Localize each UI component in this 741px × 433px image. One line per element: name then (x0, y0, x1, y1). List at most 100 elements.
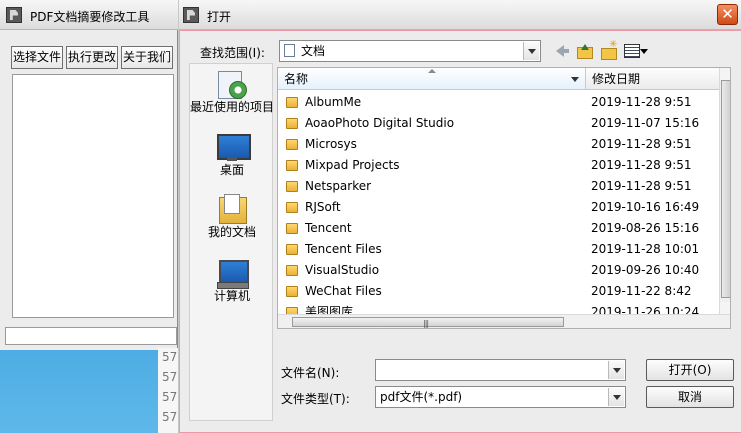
console-line: 57 (162, 410, 178, 424)
file-date: 2019-11-07 15:16 (591, 116, 700, 130)
file-name: Microsys (305, 137, 357, 151)
file-name: AlbumMe (305, 95, 362, 109)
document-folder-icon (284, 44, 295, 57)
vertical-scroll-thumb[interactable] (721, 80, 730, 298)
pdf-status-input[interactable] (5, 327, 177, 345)
file-date: 2019-11-28 9:51 (591, 137, 692, 151)
dialog-app-icon (183, 7, 199, 23)
column-header-date[interactable]: 修改日期 (586, 68, 722, 90)
folder-icon (286, 286, 298, 297)
column-header-name-label: 名称 (284, 72, 309, 86)
file-row[interactable]: Netsparker 2019-11-28 9:51 (278, 176, 718, 197)
chevron-down-icon[interactable] (571, 77, 579, 82)
scroll-up-button[interactable] (720, 68, 730, 80)
file-row[interactable]: Microsys 2019-11-28 9:51 (278, 134, 718, 155)
open-button[interactable]: 打开(O) (646, 359, 734, 381)
file-name-label: 文件名(N): (281, 366, 340, 380)
file-date: 2019-09-26 10:40 (591, 263, 700, 277)
places-bar: 最近使用的项目 桌面 我的文档 计算机 (189, 63, 274, 421)
file-name: Tencent (305, 221, 352, 235)
execute-change-button[interactable]: 执行更改 (66, 46, 118, 69)
desktop-icon (215, 132, 251, 162)
close-icon[interactable]: ✕ (717, 4, 738, 25)
file-name: Mixpad Projects (305, 158, 400, 172)
file-list-vertical-scrollbar[interactable] (719, 68, 730, 314)
look-in-combo[interactable]: 文档 (279, 40, 541, 62)
file-row[interactable]: WeChat Files 2019-11-22 8:42 (278, 281, 718, 302)
place-label: 桌面 (219, 163, 244, 177)
column-header-name[interactable]: 名称 (278, 68, 586, 90)
folder-icon (286, 223, 298, 234)
chevron-down-icon[interactable] (608, 361, 624, 379)
select-file-button[interactable]: 选择文件 (11, 46, 63, 69)
look-in-label: 查找范围(I): (200, 46, 265, 60)
grip-icon: ||| (423, 319, 429, 328)
file-name: RJSoft (305, 200, 341, 214)
folder-icon (286, 139, 298, 150)
file-name: Netsparker (305, 179, 372, 193)
pdf-tool-title-bar[interactable]: PDF文档摘要修改工具 (0, 0, 178, 30)
folder-icon (286, 97, 298, 108)
open-file-dialog: 打开 ✕ 查找范围(I): 文档 最近使用的项目 桌面 我的文档 计算机 名称 (178, 0, 741, 433)
file-name: Tencent Files (305, 242, 382, 256)
pdf-tool-window: PDF文档摘要修改工具 选择文件 执行更改 关于我们 (0, 0, 178, 350)
computer-icon (215, 258, 249, 289)
folder-icon (286, 244, 298, 255)
file-row[interactable]: Mixpad Projects 2019-11-28 9:51 (278, 155, 718, 176)
up-folder-icon[interactable] (575, 41, 595, 61)
file-type-value: pdf文件(*.pdf) (380, 390, 463, 404)
file-name: WeChat Files (305, 284, 382, 298)
pdf-app-icon (6, 7, 22, 23)
place-my-documents[interactable]: 我的文档 (190, 194, 274, 239)
file-date: 2019-11-28 10:01 (591, 242, 700, 256)
back-arrow-icon[interactable] (553, 41, 573, 61)
place-label: 我的文档 (207, 225, 256, 239)
folder-icon (286, 202, 298, 213)
place-desktop[interactable]: 桌面 (190, 132, 274, 177)
recent-items-icon (215, 69, 249, 99)
file-date: 2019-10-16 16:49 (591, 200, 700, 214)
dialog-title: 打开 (207, 10, 232, 24)
scroll-down-button[interactable] (720, 302, 730, 314)
sort-up-icon (428, 69, 436, 73)
file-name: AoaoPhoto Digital Studio (305, 116, 455, 130)
file-list-horizontal-scrollbar[interactable]: ||| (278, 314, 730, 328)
folder-icon (286, 181, 298, 192)
background-console-window: 57 57 57 57 (158, 348, 178, 433)
file-row[interactable]: AlbumMe 2019-11-28 9:51 (278, 92, 718, 113)
console-line: 57 (162, 350, 178, 364)
file-row[interactable]: VisualStudio 2019-09-26 10:40 (278, 260, 718, 281)
file-name-input[interactable] (375, 359, 626, 381)
chevron-down-icon[interactable] (608, 388, 624, 406)
folder-icon (286, 118, 298, 129)
file-type-label: 文件类型(T): (281, 392, 350, 406)
folder-icon (286, 160, 298, 171)
pdf-tool-title: PDF文档摘要修改工具 (30, 10, 150, 24)
column-header-date-label: 修改日期 (592, 72, 641, 86)
place-computer[interactable]: 计算机 (190, 258, 274, 303)
about-us-button[interactable]: 关于我们 (121, 46, 173, 69)
file-row[interactable]: Tencent Files 2019-11-28 10:01 (278, 239, 718, 260)
view-menu-icon[interactable] (624, 41, 648, 61)
file-row[interactable]: AoaoPhoto Digital Studio 2019-11-07 15:16 (278, 113, 718, 134)
my-documents-icon (215, 194, 249, 224)
place-label: 最近使用的项目 (190, 100, 275, 114)
place-recent-items[interactable]: 最近使用的项目 (190, 69, 274, 114)
cancel-button[interactable]: 取消 (646, 386, 734, 408)
console-line: 57 (162, 370, 178, 384)
file-list[interactable]: 名称 修改日期 AlbumMe 2019-11-28 9:51 AoaoPhoto… (277, 67, 731, 329)
file-row[interactable]: RJSoft 2019-10-16 16:49 (278, 197, 718, 218)
folder-icon (286, 265, 298, 276)
file-date: 2019-11-28 9:51 (591, 95, 692, 109)
horizontal-scroll-thumb[interactable]: ||| (292, 317, 564, 328)
file-date: 2019-08-26 15:16 (591, 221, 700, 235)
dialog-title-bar[interactable]: 打开 ✕ (179, 0, 741, 30)
file-row[interactable]: Tencent 2019-08-26 15:16 (278, 218, 718, 239)
pdf-summary-textarea[interactable] (12, 74, 174, 318)
look-in-value: 文档 (301, 44, 326, 58)
chevron-down-icon[interactable] (523, 42, 539, 60)
file-type-select[interactable]: pdf文件(*.pdf) (375, 386, 626, 408)
new-folder-icon[interactable] (599, 39, 619, 61)
file-name: VisualStudio (305, 263, 380, 277)
file-date: 2019-11-22 8:42 (591, 284, 692, 298)
